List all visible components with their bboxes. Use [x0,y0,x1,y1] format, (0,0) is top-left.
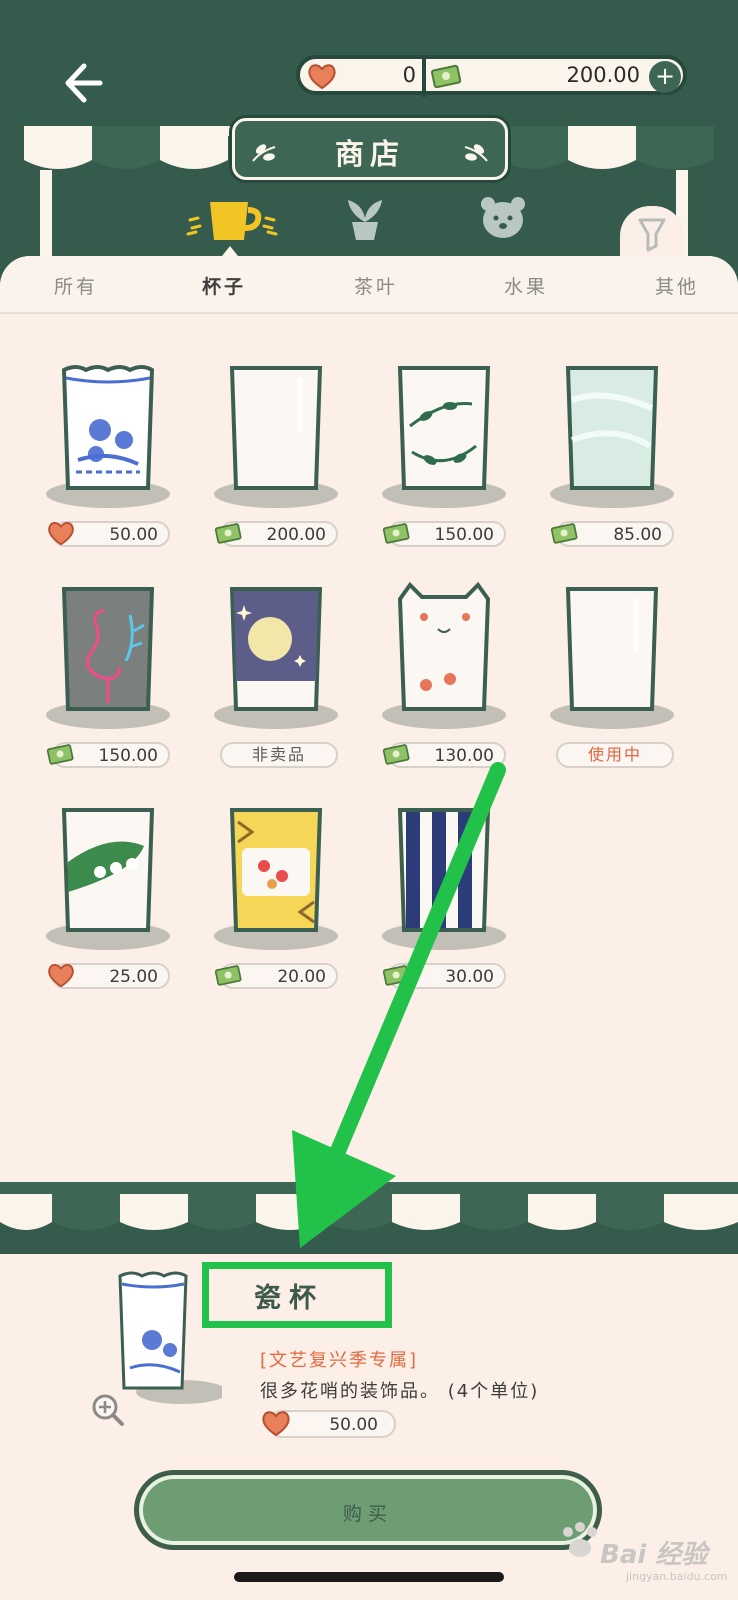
item-card[interactable]: 150.00 [376,360,512,556]
item-tag: [文艺复兴季专属] [260,1350,419,1371]
plain-glass-cup-icon [550,587,674,729]
price-value: 200.00 [266,525,326,545]
price-value: 50.00 [109,525,158,545]
item-card[interactable]: 非卖品 [208,581,344,777]
price-tag: 130.00 [382,742,506,768]
money-icon [214,523,242,544]
price-value: 50.00 [329,1415,378,1435]
watermark-text: Bai 经验 [600,1540,708,1570]
price-tag: 50.00 [48,521,170,547]
heart-icon [48,521,74,546]
navy-stripe-cup-icon [382,808,506,950]
porcelain-cup-icon [46,365,170,508]
currency-divider [422,57,426,97]
shop-sign: 商店 [232,118,508,180]
mint-marble-cup-icon [550,366,674,508]
price-value: 150.00 [434,525,494,545]
awning-post-left [40,170,52,260]
back-arrow-icon [65,63,103,103]
tab-tea[interactable]: 茶叶 [354,272,398,299]
category-pointer [222,246,238,256]
money-balance: 200.00 [566,63,640,87]
cup-category-icon[interactable] [186,196,278,252]
leaf-wreath-cup-icon [382,366,506,508]
money-icon [430,64,462,89]
price-tag: 20.00 [214,963,338,989]
currency-bar: 0 200.00 + [296,55,687,97]
tab-other[interactable]: 其他 [655,272,699,299]
item-card[interactable]: 85.00 [544,360,680,556]
back-button[interactable] [60,56,114,110]
money-icon [550,523,578,544]
item-card[interactable]: 20.00 [208,802,344,998]
money-icon [214,965,242,986]
bear-category-icon[interactable] [480,196,526,240]
status-tag: 使用中 [556,742,674,768]
hearts-balance: 0 [402,63,416,87]
shop-panel: 所有 杯子 茶叶 水果 其他 50.00 200.00 150.00 85.00… [0,256,738,1200]
item-description: 很多花哨的装饰品。 (4个单位) [260,1381,540,1402]
buy-button[interactable]: 购买 [134,1470,602,1550]
heart-icon [308,64,336,90]
money-icon [382,523,410,544]
item-grid: 50.00 200.00 150.00 85.00 150.00 非卖品 130… [0,314,738,1200]
add-currency-button[interactable]: + [649,61,681,93]
tab-fruit[interactable]: 水果 [504,272,548,299]
flamingo-neon-cup-icon [46,587,170,729]
price-tag: 30.00 [382,963,506,989]
item-card[interactable]: 200.00 [208,360,344,556]
money-icon [382,744,410,765]
zoom-in-icon[interactable] [90,1392,126,1428]
heart-icon [48,963,74,988]
tab-cups[interactable]: 杯子 [202,272,246,299]
lily-leaf-cup-icon [46,808,170,950]
price-tag: 200.00 [214,521,338,547]
price-value: 30.00 [445,967,494,987]
money-icon [382,965,410,986]
item-card[interactable]: 130.00 [376,581,512,777]
price-tag: 85.00 [550,521,674,547]
status-tag: 非卖品 [220,742,338,768]
item-card[interactable]: 150.00 [40,581,176,777]
item-card[interactable]: 25.00 [40,802,176,998]
yellow-floral-cup-icon [214,808,338,950]
item-card[interactable]: 使用中 [544,581,680,777]
price-tag: 25.00 [48,963,170,989]
awning-bottom [0,1182,738,1230]
cat-paw-cup-icon [382,581,506,729]
price-value: 25.00 [109,967,158,987]
price-value: 85.00 [613,525,662,545]
tabs-row: 所有 杯子 茶叶 水果 其他 [0,256,738,314]
price-value: 130.00 [434,746,494,766]
heart-icon [262,1411,290,1437]
moon-night-cup-icon [214,587,338,729]
buy-label: 购买 [342,1503,393,1525]
price-tag: 150.00 [382,521,506,547]
money-icon [46,744,74,765]
detail-price-tag: 50.00 [262,1410,396,1438]
watermark-url: jingyan.baidu.com [626,1570,728,1583]
paw-logo-icon [563,1522,597,1557]
highlight-box [202,1262,392,1328]
leaf-right-icon [464,144,488,162]
price-tag: 150.00 [46,742,170,768]
item-card[interactable]: 50.00 [40,360,176,556]
watermark: Bai 经验 jingyan.baidu.com [556,1518,734,1583]
item-card[interactable]: 30.00 [376,802,512,998]
plus-icon: + [654,62,676,90]
price-value: 150.00 [98,746,158,766]
tab-all[interactable]: 所有 [54,272,98,299]
home-indicator [234,1572,504,1582]
price-value: 20.00 [277,967,326,987]
plain-glass-cup-icon [214,366,338,508]
plant-category-icon[interactable] [342,196,388,242]
